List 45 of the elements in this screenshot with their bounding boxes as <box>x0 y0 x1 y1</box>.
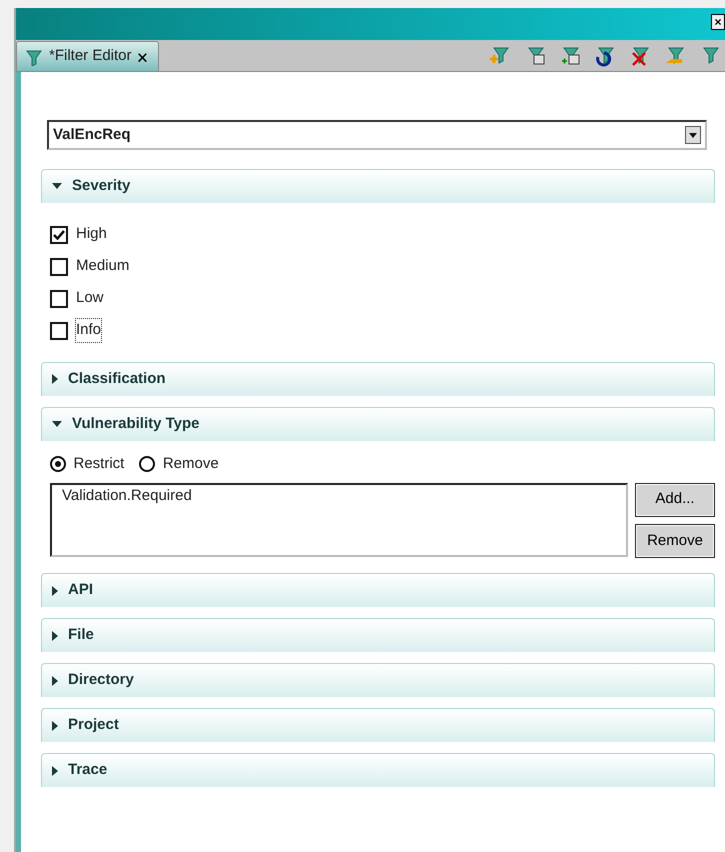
checkbox[interactable] <box>50 290 68 308</box>
filter-table-add-icon[interactable] <box>559 44 581 66</box>
editor-tab[interactable]: *Filter Editor 🗙 <box>16 41 159 71</box>
section-header[interactable]: Trace <box>41 753 715 787</box>
filter-icon <box>25 48 43 66</box>
section-header[interactable]: Severity <box>41 168 715 202</box>
type-list[interactable]: Validation.Required <box>50 482 628 556</box>
collapsed-arrow-icon <box>52 766 58 776</box>
checkbox-label: High <box>76 224 107 244</box>
checkbox-label: Medium <box>76 256 130 276</box>
filter-refresh-icon[interactable] <box>594 44 616 66</box>
section-header[interactable]: Vulnerability Type <box>41 406 715 440</box>
expanded-arrow-icon <box>52 183 62 189</box>
checkbox-label: Info <box>76 319 102 342</box>
tab-title: *Filter Editor <box>49 46 132 66</box>
checkbox-label: Low <box>76 288 104 308</box>
tab-close-button[interactable]: 🗙 <box>138 46 148 66</box>
section-header[interactable]: Classification <box>41 362 715 396</box>
section-header[interactable]: API <box>41 573 715 607</box>
filter-add-icon[interactable] <box>489 44 511 66</box>
filter-name-dropdown[interactable]: ValEncReq <box>47 120 707 150</box>
radio-label: Restrict <box>74 454 124 474</box>
expanded-arrow-icon <box>52 421 62 427</box>
action-button[interactable]: Add... <box>635 482 715 516</box>
checkbox[interactable] <box>50 322 68 340</box>
collapsed-arrow-icon <box>52 630 58 640</box>
radio-button[interactable] <box>50 456 66 472</box>
collapsed-arrow-icon <box>52 374 58 384</box>
close-button[interactable]: × <box>711 14 725 30</box>
checkbox[interactable] <box>50 258 68 276</box>
collapsed-arrow-icon <box>52 586 58 596</box>
list-item[interactable]: Validation.Required <box>62 484 616 507</box>
section-header[interactable]: Project <box>41 708 715 742</box>
checkmark-icon <box>53 230 65 240</box>
radio-button[interactable] <box>139 456 156 472</box>
action-button[interactable]: Remove <box>635 524 715 558</box>
radio-label: Remove <box>162 454 219 474</box>
dropdown-arrow-icon <box>689 132 697 138</box>
filter-export-icon[interactable] <box>664 44 686 66</box>
section-header[interactable]: File <box>41 618 715 652</box>
filter-delete-icon[interactable] <box>629 44 651 66</box>
checkbox[interactable] <box>50 226 68 244</box>
collapsed-arrow-icon <box>52 720 58 730</box>
collapsed-arrow-icon <box>52 676 58 686</box>
section-header[interactable]: Directory <box>41 663 715 697</box>
